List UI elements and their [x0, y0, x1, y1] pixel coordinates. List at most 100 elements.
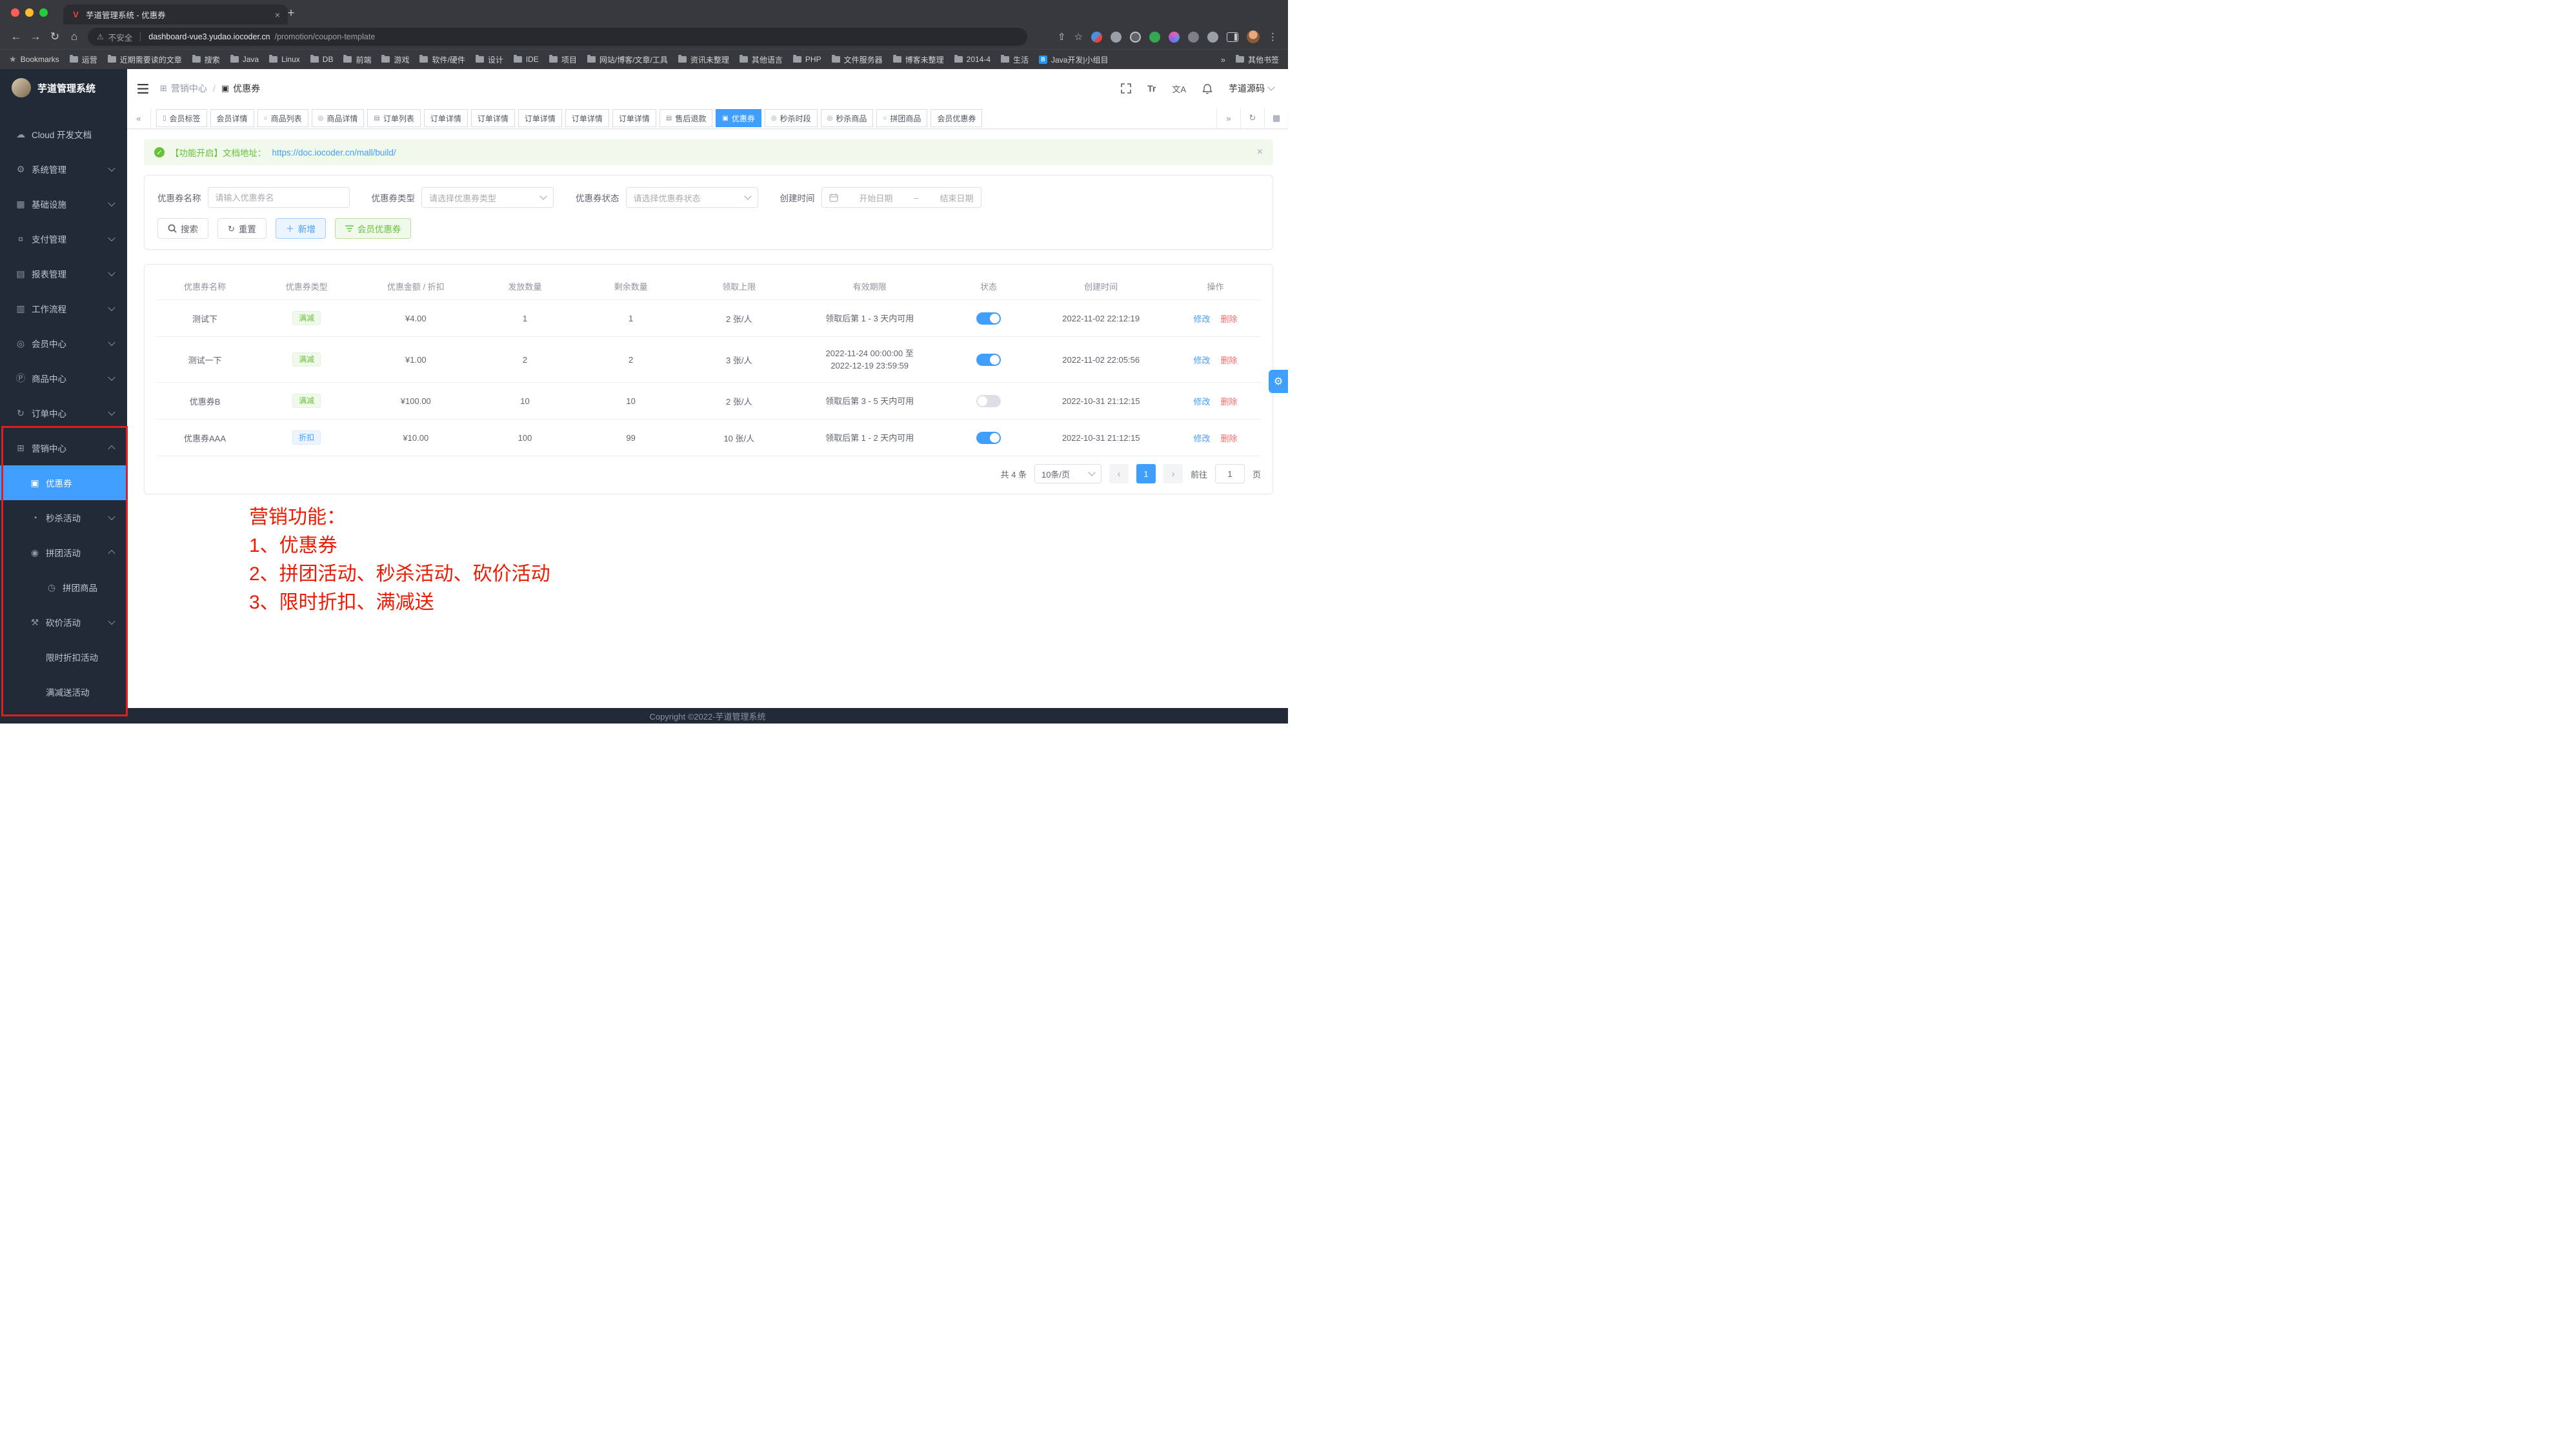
side-panel-icon[interactable] — [1227, 32, 1238, 42]
edit-link[interactable]: 修改 — [1193, 314, 1210, 324]
sidebar-item-infrastructure[interactable]: ▦基础设施 — [0, 187, 127, 221]
bookmark-star-icon[interactable]: ☆ — [1074, 31, 1083, 43]
tag-coupon-active[interactable]: ▣优惠券 — [716, 109, 761, 127]
tag-order-detail[interactable]: 订单详情 — [424, 109, 468, 127]
sidebar-item-member-center[interactable]: ◎会员中心 — [0, 326, 127, 361]
sidebar-item-product-center[interactable]: Ⓟ商品中心 — [0, 361, 127, 396]
bookmark-folder[interactable]: DB — [310, 55, 334, 64]
sidebar-item-time-discount[interactable]: 限时折扣活动 — [0, 640, 127, 674]
bookmark-folder[interactable]: IDE — [514, 55, 539, 64]
sidebar-item-payment[interactable]: ¤支付管理 — [0, 221, 127, 256]
bookmark-folder[interactable]: 软件/硬件 — [419, 54, 465, 65]
security-label[interactable]: 不安全 — [108, 31, 133, 43]
tab-close-icon[interactable]: × — [275, 10, 280, 20]
current-page-button[interactable]: 1 — [1136, 464, 1156, 483]
sidebar-item-coupon[interactable]: ▣优惠券 — [0, 465, 127, 500]
edit-link[interactable]: 修改 — [1193, 434, 1210, 443]
tag-order-detail[interactable]: 订单详情 — [471, 109, 515, 127]
extension-icon[interactable] — [1149, 32, 1160, 43]
bookmark-folder[interactable]: 近期需要读的文章 — [108, 54, 182, 65]
coupon-name-input[interactable] — [208, 187, 350, 208]
tag-member-coupon[interactable]: 会员优惠券 — [931, 109, 982, 127]
browser-menu-icon[interactable]: ⋮ — [1268, 31, 1278, 43]
new-tab-button[interactable]: + — [283, 5, 299, 22]
user-menu[interactable]: 芋道源码 — [1229, 82, 1274, 95]
tags-layout-button[interactable]: ▦ — [1264, 108, 1288, 128]
tags-scroll-right-button[interactable]: » — [1216, 108, 1240, 128]
edit-link[interactable]: 修改 — [1193, 356, 1210, 365]
banner-close-icon[interactable]: × — [1257, 147, 1263, 158]
extension-icon[interactable] — [1091, 32, 1102, 43]
reset-button[interactable]: ↻ 重置 — [217, 218, 267, 239]
edit-link[interactable]: 修改 — [1193, 397, 1210, 407]
sidebar-item-workflow[interactable]: ▥工作流程 — [0, 291, 127, 326]
bookmark-folder[interactable]: 博客未整理 — [893, 54, 944, 65]
tag-member-detail[interactable]: 会员详情 — [210, 109, 254, 127]
tag-seckill-product[interactable]: ◎秒杀商品 — [821, 109, 874, 127]
profile-avatar[interactable] — [1247, 30, 1260, 43]
bookmarks-overflow-chevron-icon[interactable]: » — [1221, 55, 1225, 65]
extension-icon[interactable] — [1188, 32, 1199, 43]
sidebar-item-system[interactable]: ⚙系统管理 — [0, 152, 127, 187]
sidebar-item-order-center[interactable]: ↻订单中心 — [0, 396, 127, 430]
prev-page-button[interactable]: ‹ — [1109, 464, 1129, 483]
status-toggle[interactable] — [976, 354, 1001, 366]
reload-button[interactable]: ↻ — [45, 27, 65, 46]
delete-link[interactable]: 删除 — [1220, 434, 1237, 443]
address-bar[interactable]: ⚠ 不安全 dashboard-vue3.yudao.iocoder.cn/pr… — [88, 28, 1027, 46]
banner-link[interactable]: https://doc.iocoder.cn/mall/build/ — [272, 148, 396, 157]
member-coupon-button[interactable]: 会员优惠券 — [335, 218, 412, 239]
tag-order-list[interactable]: ▤订单列表 — [367, 109, 420, 127]
bookmark-folder[interactable]: 2014-4 — [954, 55, 991, 64]
bookmark-folder[interactable]: 前端 — [343, 54, 371, 65]
tag-order-detail[interactable]: 订单详情 — [518, 109, 562, 127]
notification-bell-icon[interactable] — [1202, 83, 1213, 94]
goto-page-input[interactable] — [1215, 464, 1245, 483]
app-logo[interactable]: 芋道管理系统 — [0, 69, 127, 106]
date-range-picker[interactable]: 开始日期 – 结束日期 — [821, 187, 981, 208]
tag-order-detail[interactable]: 订单详情 — [565, 109, 609, 127]
status-toggle[interactable] — [976, 432, 1001, 444]
coupon-status-select[interactable]: 请选择优惠券状态 — [626, 187, 758, 208]
sidebar-item-cloud-docs[interactable]: ☁Cloud 开发文档 — [0, 117, 127, 152]
bookmark-folder[interactable]: 设计 — [476, 54, 503, 65]
back-button[interactable]: ← — [6, 27, 26, 46]
extension-icon[interactable] — [1169, 32, 1180, 43]
forward-button[interactable]: → — [26, 27, 45, 46]
extension-icon[interactable] — [1130, 32, 1141, 43]
bookmark-folder[interactable]: Java — [230, 55, 259, 64]
delete-link[interactable]: 删除 — [1220, 397, 1237, 407]
tags-refresh-button[interactable]: ↻ — [1240, 108, 1264, 128]
tag-member-label[interactable]: ▯会员标签 — [156, 109, 207, 127]
tag-group-product[interactable]: ○拼团商品 — [876, 109, 927, 127]
breadcrumb-marketing[interactable]: ⊞营销中心 — [160, 82, 207, 95]
sidebar-collapse-button[interactable] — [137, 84, 148, 94]
search-button[interactable]: 搜索 — [157, 218, 208, 239]
share-icon[interactable]: ⇧ — [1058, 31, 1066, 43]
bookmark-folder[interactable]: 资讯未整理 — [678, 54, 729, 65]
fullscreen-icon[interactable] — [1121, 83, 1131, 94]
add-coupon-button[interactable]: ＋ 新增 — [276, 218, 326, 239]
bookmark-folder[interactable]: 文件服务器 — [832, 54, 883, 65]
sidebar-item-group-product[interactable]: ◷拼团商品 — [0, 570, 127, 605]
bookmark-folder[interactable]: 运营 — [70, 54, 97, 65]
bookmark-folder[interactable]: 项目 — [549, 54, 577, 65]
status-toggle[interactable] — [976, 395, 1001, 407]
status-toggle[interactable] — [976, 312, 1001, 325]
bookmark-folder[interactable]: 其他语言 — [740, 54, 783, 65]
tag-seckill-time[interactable]: ◎秒杀时段 — [765, 109, 818, 127]
sidebar-item-marketing-center[interactable]: ⊞营销中心 — [0, 430, 127, 465]
bookmark-folder[interactable]: 生活 — [1001, 54, 1029, 65]
sidebar-item-group-buy[interactable]: ◉拼团活动 — [0, 535, 127, 570]
delete-link[interactable]: 删除 — [1220, 356, 1237, 365]
sidebar-item-full-reduction[interactable]: 满减送活动 — [0, 674, 127, 709]
language-icon[interactable]: 文A — [1172, 83, 1186, 95]
other-bookmarks-folder[interactable]: 其他书签 — [1236, 54, 1279, 65]
bookmark-folder[interactable]: 网站/博客/文章/工具 — [587, 54, 668, 65]
font-size-icon[interactable]: Tr — [1147, 83, 1156, 94]
window-close-button[interactable] — [11, 8, 19, 17]
browser-tab[interactable]: V 芋道管理系统 - 优惠券 × — [63, 5, 288, 25]
page-size-select[interactable]: 10条/页 — [1034, 464, 1102, 483]
tag-refund[interactable]: ▤售后退款 — [659, 109, 712, 127]
settings-gear-button[interactable]: ⚙ — [1269, 370, 1288, 393]
